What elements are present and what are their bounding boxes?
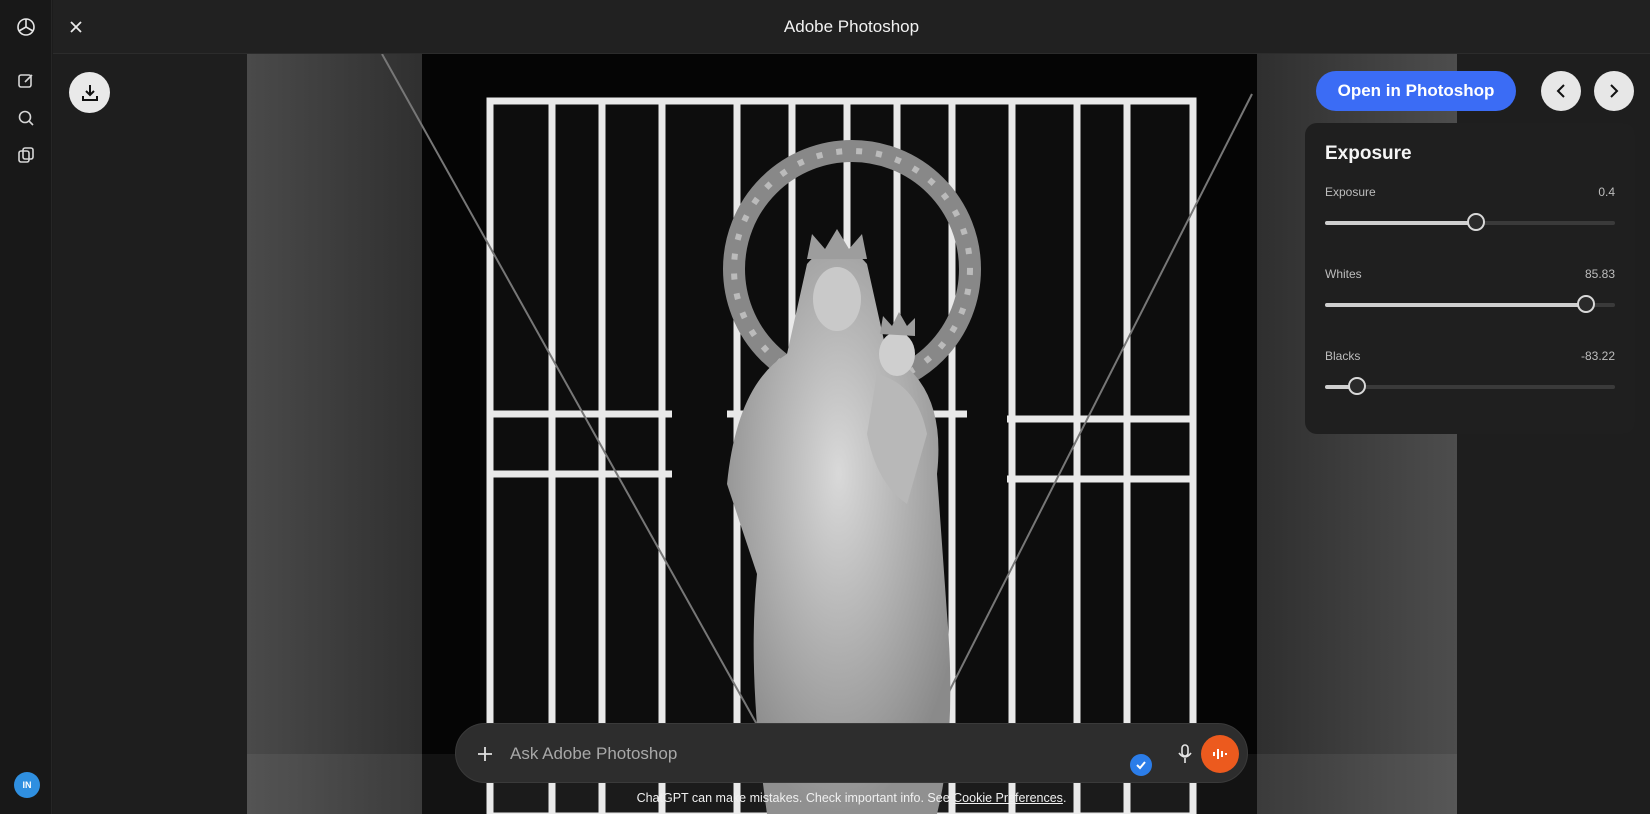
voice-mode-button[interactable] <box>1201 735 1239 773</box>
slider-label: Blacks <box>1325 349 1361 363</box>
adjustments-panel: Exposure Exposure 0.4 Whites 85.83 Black… <box>1305 123 1635 434</box>
slider-thumb[interactable] <box>1577 295 1595 313</box>
open-in-photoshop-button[interactable]: Open in Photoshop <box>1316 71 1516 111</box>
whites-slider[interactable]: Whites 85.83 <box>1325 267 1615 349</box>
waveform-icon <box>1213 749 1227 759</box>
slider-value: -83.22 <box>1580 349 1615 363</box>
slider-track[interactable] <box>1325 377 1615 395</box>
slider-thumb[interactable] <box>1347 377 1366 395</box>
slider-track[interactable] <box>1325 213 1615 231</box>
composer <box>455 723 1248 783</box>
library-icon[interactable] <box>13 142 39 168</box>
new-chat-icon[interactable] <box>13 68 39 94</box>
plus-icon[interactable] <box>472 741 498 767</box>
disclaimer-text: ChatGPT can make mistakes. Check importa… <box>636 791 950 805</box>
page-title: Adobe Photoshop <box>783 17 920 36</box>
panel-title: Exposure <box>1325 143 1412 164</box>
chevron-left-icon <box>1556 84 1565 98</box>
edited-photo <box>247 54 1457 814</box>
next-button[interactable] <box>1594 71 1634 111</box>
slider-label: Exposure <box>1325 185 1376 199</box>
slider-value: 0.4 <box>1598 185 1615 199</box>
slider-label: Whites <box>1325 267 1362 281</box>
disclaimer-end: . <box>1062 791 1067 805</box>
search-icon[interactable] <box>13 105 39 131</box>
download-button[interactable] <box>69 72 110 113</box>
openai-logo-icon[interactable] <box>13 14 39 40</box>
app-window: IN Adobe Photoshop Open in Photoshop Exp… <box>0 0 1650 814</box>
slider-track[interactable] <box>1325 295 1615 313</box>
exposure-slider[interactable]: Exposure 0.4 <box>1325 185 1615 267</box>
slider-fill <box>1325 221 1476 225</box>
blacks-slider[interactable]: Blacks -83.22 <box>1325 349 1615 431</box>
slider-thumb[interactable] <box>1466 213 1485 231</box>
chevron-right-icon <box>1610 84 1619 98</box>
microphone-icon[interactable] <box>1171 740 1199 768</box>
slider-value: 85.83 <box>1584 267 1615 281</box>
cookie-preferences-link[interactable]: Cookie Preferences <box>953 791 1063 805</box>
disclaimer: ChatGPT can make mistakes. Check importa… <box>0 791 1650 805</box>
left-rail: IN <box>0 0 52 814</box>
header-bar: Adobe Photoshop <box>53 0 1650 54</box>
prompt-input[interactable] <box>510 738 1070 770</box>
previous-button[interactable] <box>1541 71 1581 111</box>
slider-fill <box>1325 303 1586 307</box>
check-badge-icon <box>1130 754 1152 776</box>
